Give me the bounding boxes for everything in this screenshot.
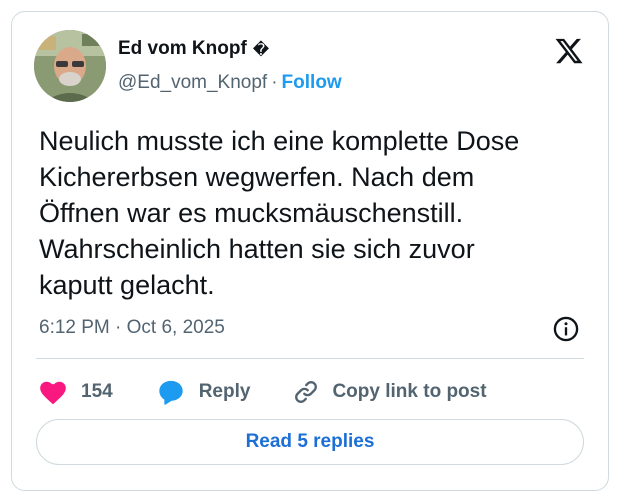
- author-name-row: Ed vom Knopf �: [118, 38, 269, 60]
- reply-label: Reply: [198, 381, 251, 402]
- tweet-card: Ed vom Knopf � @Ed_vom_Knopf · Follow Ne…: [11, 11, 609, 491]
- action-bar: 154 Reply Copy link to post: [39, 372, 487, 412]
- info-icon[interactable]: [552, 315, 580, 343]
- follow-link[interactable]: Follow: [282, 72, 342, 94]
- separator: ·: [271, 72, 278, 93]
- divider: [36, 358, 584, 359]
- verified-icon: �: [252, 39, 270, 59]
- reply-button[interactable]: Reply: [157, 378, 251, 406]
- heart-icon: [40, 381, 66, 405]
- x-logo-icon[interactable]: [552, 36, 586, 66]
- copy-link-label: Copy link to post: [332, 381, 487, 402]
- tweet-text: Neulich musste ich eine komplette Dose K…: [39, 126, 520, 300]
- like-button[interactable]: 154: [39, 379, 113, 405]
- like-count: 154: [81, 381, 113, 402]
- reply-bubble-icon: [159, 380, 183, 405]
- avatar-image: [34, 30, 106, 102]
- handle[interactable]: @Ed_vom_Knopf: [118, 72, 267, 94]
- link-icon: [295, 381, 318, 403]
- read-replies-button[interactable]: Read 5 replies: [36, 419, 584, 465]
- display-name[interactable]: Ed vom Knopf: [118, 38, 247, 60]
- copy-link-button[interactable]: Copy link to post: [292, 378, 487, 406]
- timestamp[interactable]: 6:12 PM · Oct 6, 2025: [39, 317, 225, 339]
- handle-row: @Ed_vom_Knopf · Follow: [118, 72, 342, 94]
- avatar[interactable]: [34, 30, 106, 102]
